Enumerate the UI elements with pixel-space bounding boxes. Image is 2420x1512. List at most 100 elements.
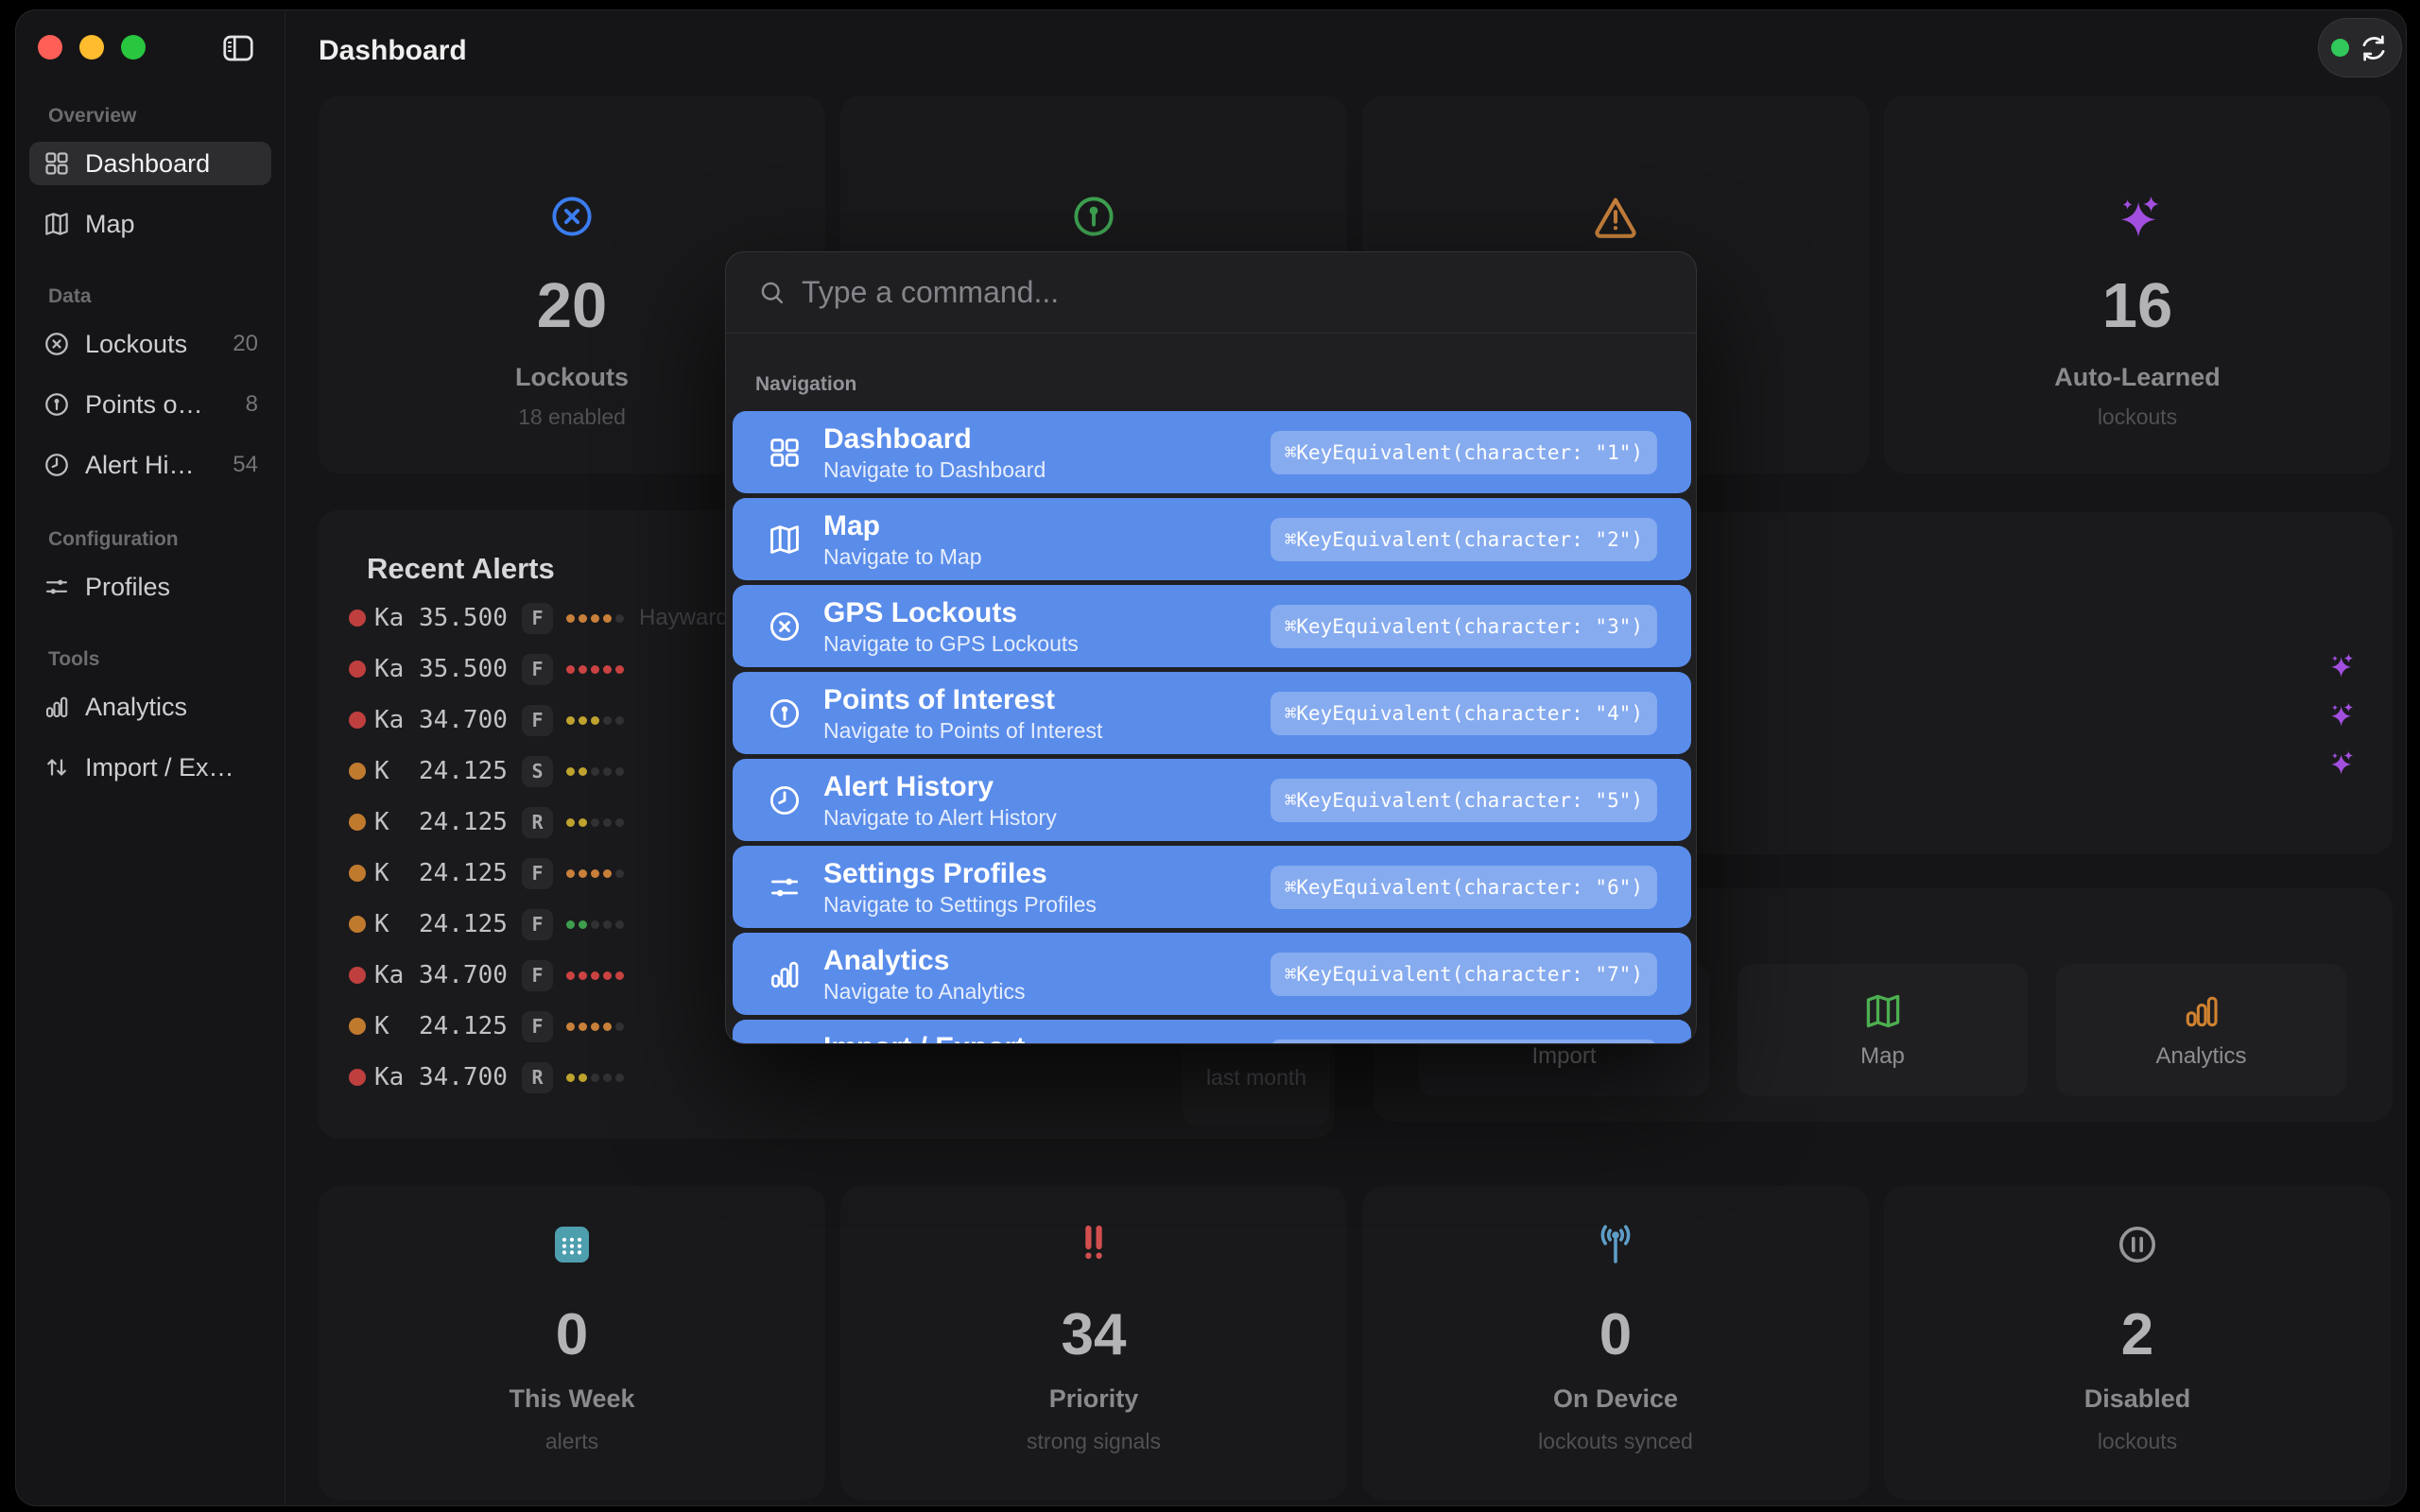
minimize-window-button[interactable]: [79, 35, 104, 60]
alert-list: Ka 35.500 F Hayward, Ka 35.500 F Ka 34.7…: [349, 593, 735, 1103]
shortcut-badge: ⌘KeyEquivalent(character: "1"): [1270, 431, 1657, 474]
palette-item-gps-lockouts[interactable]: GPS Lockouts Navigate to GPS Lockouts ⌘K…: [733, 585, 1691, 667]
palette-results: Dashboard Navigate to Dashboard ⌘KeyEqui…: [733, 411, 1691, 1044]
count-badge: 20: [233, 331, 258, 357]
sidebar-item-dashboard[interactable]: Dashboard: [29, 142, 271, 185]
band-frequency: Ka 35.500: [374, 655, 518, 683]
stat-card-disabled: 2 Disabled lockouts: [1884, 1186, 2391, 1500]
tile-label: Import: [1419, 1043, 1709, 1070]
signal-strength-dots: [566, 716, 624, 725]
palette-item-import-export[interactable]: Import / Export Navigate to Import / Exp…: [733, 1020, 1691, 1044]
quick-action-analytics[interactable]: Analytics: [2056, 964, 2346, 1096]
section-label: Tools: [48, 648, 285, 671]
palette-item-alert-history[interactable]: Alert History Navigate to Alert History …: [733, 759, 1691, 841]
band-frequency: K 24.125: [374, 910, 518, 938]
count-badge: 8: [246, 391, 258, 418]
map-icon: [1862, 990, 1904, 1032]
zoom-window-button[interactable]: [121, 35, 146, 60]
band-frequency: K 24.125: [374, 757, 518, 785]
signal-strength-dots: [566, 920, 624, 929]
alert-row: Ka 34.700 F: [349, 695, 735, 746]
palette-item-subtitle: Navigate to GPS Lockouts: [823, 632, 1079, 655]
palette-section-label: Navigation: [755, 373, 856, 396]
toggle-sidebar-button[interactable]: [219, 31, 257, 65]
mode-badge: F: [522, 909, 553, 940]
alert-row: K 24.125 S: [349, 746, 735, 797]
palette-item-title: Settings Profiles: [823, 859, 1097, 889]
sidebar-item-import-export[interactable]: Import / Ex…: [29, 746, 271, 789]
calendar-icon: [549, 1222, 595, 1267]
palette-item-title: Dashboard: [823, 424, 1046, 455]
band-dot: [349, 916, 366, 933]
palette-item-title: Points of Interest: [823, 685, 1102, 715]
stat-sublabel: alerts: [319, 1429, 825, 1454]
palette-item-points-of-interest[interactable]: Points of Interest Navigate to Points of…: [733, 672, 1691, 754]
palette-item-title: Import / Export: [823, 1033, 1082, 1045]
band-frequency: Ka 35.500: [374, 604, 518, 632]
command-search-input[interactable]: [800, 252, 1654, 333]
palette-item-analytics[interactable]: Analytics Navigate to Analytics ⌘KeyEqui…: [733, 933, 1691, 1015]
stat-sublabel: strong signals: [840, 1429, 1347, 1454]
band-dot: [349, 1069, 366, 1086]
sliders-icon: [767, 869, 803, 905]
sidebar-section-tools: Tools Analytics Import / Ex…: [16, 648, 285, 806]
signal-strength-dots: [566, 1074, 624, 1082]
pin-circle-icon: [1069, 192, 1118, 241]
palette-item-map[interactable]: Map Navigate to Map ⌘KeyEquivalent(chara…: [733, 498, 1691, 580]
circle-x-icon: [767, 609, 803, 644]
command-palette: Navigation Dashboard Navigate to Dashboa…: [725, 251, 1697, 1044]
mode-badge: F: [522, 705, 553, 736]
palette-item-subtitle: Navigate to Analytics: [823, 980, 1026, 1003]
status-dot: [2331, 39, 2349, 57]
sidebar-item-label: Map: [85, 210, 135, 239]
palette-item-subtitle: Navigate to Map: [823, 545, 981, 568]
mode-badge: R: [522, 807, 553, 838]
band-dot: [349, 865, 366, 882]
shortcut-badge: ⌘KeyEquivalent(character: "8"): [1270, 1040, 1657, 1045]
search-icon: [757, 278, 786, 307]
signal-strength-dots: [566, 869, 624, 878]
band-frequency: K 24.125: [374, 808, 518, 836]
alert-row: K 24.125 R: [349, 797, 735, 848]
quick-action-map[interactable]: Map: [1737, 964, 2028, 1096]
stat-card-this-week: 0 This Week alerts: [319, 1186, 825, 1500]
signal-strength-dots: [566, 665, 624, 674]
sidebar-item-label: Dashboard: [85, 149, 210, 179]
alert-row: K 24.125 F: [349, 848, 735, 899]
close-window-button[interactable]: [38, 35, 62, 60]
sidebar-item-map[interactable]: Map: [29, 202, 271, 246]
band-frequency: K 24.125: [374, 1012, 518, 1040]
sidebar-item-lockouts[interactable]: Lockouts 20: [29, 322, 271, 366]
alert-row: Ka 34.700 F: [349, 950, 735, 1001]
band-dot: [349, 610, 366, 627]
sidebar-item-analytics[interactable]: Analytics: [29, 685, 271, 729]
stat-label: Auto-Learned: [1884, 363, 2391, 392]
panel-title: Recent Alerts: [367, 552, 555, 586]
palette-item-settings-profiles[interactable]: Settings Profiles Navigate to Settings P…: [733, 846, 1691, 928]
tile-label: Map: [1737, 1043, 2028, 1070]
stat-label: This Week: [319, 1384, 825, 1414]
shortcut-badge: ⌘KeyEquivalent(character: "3"): [1270, 605, 1657, 648]
sidebar: Overview Dashboard Map Data Lockouts 20 …: [16, 10, 285, 1505]
sync-status-button[interactable]: [2318, 18, 2402, 77]
clock-icon: [43, 451, 71, 479]
palette-item-title: Alert History: [823, 772, 1057, 802]
bar-chart-icon: [767, 956, 803, 992]
sidebar-section-configuration: Configuration Profiles: [16, 528, 285, 626]
sidebar-item-alert-history[interactable]: Alert Hi… 54: [29, 443, 271, 487]
stat-sublabel: lockouts: [1884, 1429, 2391, 1454]
sidebar-item-points-of-interest[interactable]: Points o… 8: [29, 383, 271, 426]
sidebar-item-label: Profiles: [85, 573, 170, 602]
palette-item-subtitle: Navigate to Points of Interest: [823, 719, 1102, 742]
bar-chart-icon: [2181, 990, 2222, 1032]
palette-item-dashboard[interactable]: Dashboard Navigate to Dashboard ⌘KeyEqui…: [733, 411, 1691, 493]
sidebar-item-label: Lockouts: [85, 330, 187, 359]
alert-row: Ka 34.700 R: [349, 1052, 735, 1103]
signal-strength-dots: [566, 1022, 624, 1031]
sidebar-item-profiles[interactable]: Profiles: [29, 565, 271, 609]
palette-item-title: GPS Lockouts: [823, 598, 1079, 628]
sidebar-section-data: Data Lockouts 20 Points o… 8 Alert Hi… 5…: [16, 285, 285, 504]
sparkles-icon: [2326, 700, 2355, 729]
sparkles-icon: [2326, 651, 2355, 679]
palette-item-subtitle: Navigate to Alert History: [823, 806, 1057, 829]
